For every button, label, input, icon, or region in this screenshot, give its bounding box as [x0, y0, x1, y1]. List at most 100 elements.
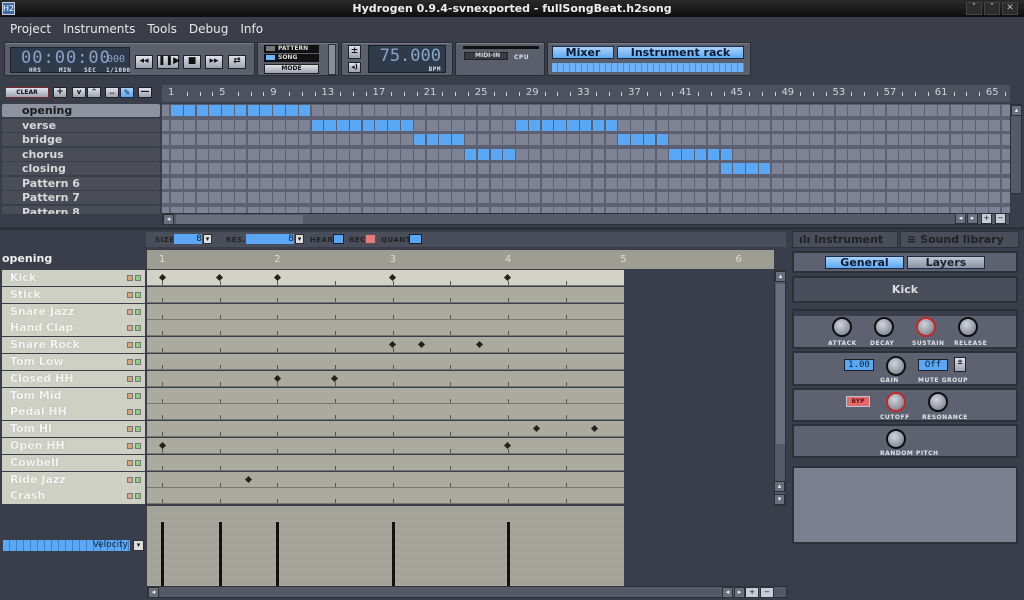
pattern-row[interactable]: [147, 337, 624, 354]
grid-cell[interactable]: [784, 148, 796, 160]
grid-cell[interactable]: [426, 192, 439, 203]
grid-cell[interactable]: [784, 163, 796, 174]
grid-cell[interactable]: [669, 105, 681, 116]
pattern-block[interactable]: [592, 119, 605, 131]
grid-cell[interactable]: [682, 192, 694, 203]
draw-mode-button[interactable]: ✎: [120, 87, 134, 98]
pattern-row[interactable]: [147, 370, 624, 387]
grid-cell[interactable]: [912, 148, 924, 160]
grid-cell[interactable]: [439, 192, 451, 203]
grid-cell[interactable]: [746, 134, 758, 145]
mute-toggle[interactable]: [127, 275, 133, 281]
pattern-mode-button[interactable]: PATTERN: [264, 45, 319, 53]
grid-cell[interactable]: [516, 163, 528, 174]
pattern-block[interactable]: [720, 148, 733, 160]
grid-cell[interactable]: [835, 177, 848, 189]
pattern-block[interactable]: [758, 163, 771, 174]
grid-cell[interactable]: [1001, 119, 1010, 131]
pattern-block[interactable]: [694, 148, 707, 160]
loop-icon[interactable]: ⇄: [228, 55, 246, 69]
grid-cell[interactable]: [656, 163, 669, 174]
grid-cell[interactable]: [426, 177, 439, 189]
tab-layers[interactable]: Layers: [907, 256, 985, 269]
grid-cell[interactable]: [222, 134, 234, 145]
grid-cell[interactable]: [324, 192, 336, 203]
grid-cell[interactable]: [439, 163, 451, 174]
pattern-row[interactable]: [147, 354, 624, 370]
grid-cell[interactable]: [758, 134, 771, 145]
pattern-row[interactable]: [147, 270, 624, 286]
solo-toggle[interactable]: [135, 459, 141, 466]
grid-cell[interactable]: [162, 148, 169, 160]
grid-cell[interactable]: [925, 192, 937, 203]
grid-cell[interactable]: [771, 148, 784, 160]
scroll-up-icon[interactable]: ▴: [775, 271, 786, 282]
grid-cell[interactable]: [579, 177, 592, 189]
property-dropdown-icon[interactable]: ▾: [133, 540, 144, 551]
grid-cell[interactable]: [592, 192, 605, 203]
grid-cell[interactable]: [234, 177, 247, 189]
grid-cell[interactable]: [579, 134, 592, 145]
grid-cell[interactable]: [260, 163, 272, 174]
grid-cell[interactable]: [822, 148, 835, 160]
metronome-icon[interactable]: ◂): [348, 62, 361, 73]
mute-toggle[interactable]: [127, 476, 133, 483]
grid-cell[interactable]: [592, 177, 605, 189]
note[interactable]: [590, 425, 598, 433]
solo-toggle[interactable]: [135, 426, 141, 433]
grid-cell[interactable]: [234, 148, 247, 160]
grid-cell[interactable]: [733, 177, 745, 189]
grid-cell[interactable]: [579, 148, 592, 160]
grid-cell[interactable]: [183, 177, 196, 189]
grid-cell[interactable]: [618, 192, 630, 203]
grid-cell[interactable]: [605, 105, 618, 116]
note[interactable]: [273, 374, 281, 382]
pattern-block[interactable]: [375, 119, 387, 131]
play-pause-icon[interactable]: ❚❚▶: [157, 55, 180, 69]
pattern-row[interactable]: [147, 454, 624, 471]
menu-debug[interactable]: Debug: [183, 17, 234, 41]
grid-cell[interactable]: [452, 192, 464, 203]
release-knob[interactable]: [958, 317, 978, 337]
grid-cell[interactable]: [771, 105, 784, 116]
grid-cell[interactable]: [950, 163, 963, 174]
grid-cell[interactable]: [162, 134, 169, 145]
grid-cell[interactable]: [682, 134, 694, 145]
grid-cell[interactable]: [899, 119, 911, 131]
grid-cell[interactable]: [631, 192, 643, 203]
grid-cell[interactable]: [477, 134, 490, 145]
grid-cell[interactable]: [413, 163, 426, 174]
grid-cell[interactable]: [976, 192, 988, 203]
pattern-block[interactable]: [388, 119, 400, 131]
grid-cell[interactable]: [222, 177, 234, 189]
pattern-block[interactable]: [452, 134, 464, 145]
grid-cell[interactable]: [541, 163, 554, 174]
grid-cell[interactable]: [656, 192, 669, 203]
song-hscrollbar[interactable]: ◂: [162, 213, 1010, 225]
pattern-item[interactable]: chorus: [2, 147, 160, 161]
grid-cell[interactable]: [311, 105, 324, 116]
grid-cell[interactable]: [477, 163, 490, 174]
grid-cell[interactable]: [810, 105, 822, 116]
grid-cell[interactable]: [643, 177, 656, 189]
grid-cell[interactable]: [988, 105, 1001, 116]
note[interactable]: [244, 475, 253, 483]
song-grid[interactable]: [162, 104, 1010, 214]
grid-cell[interactable]: [541, 105, 554, 116]
pattern-block[interactable]: [439, 134, 451, 145]
grid-cell[interactable]: [861, 134, 873, 145]
delete-pattern-button[interactable]: —: [138, 87, 152, 98]
grid-cell[interactable]: [516, 148, 528, 160]
grid-cell[interactable]: [861, 105, 873, 116]
grid-cell[interactable]: [810, 134, 822, 145]
grid-cell[interactable]: [618, 177, 630, 189]
grid-cell[interactable]: [162, 163, 169, 174]
grid-cell[interactable]: [209, 134, 221, 145]
grid-cell[interactable]: [797, 177, 809, 189]
grid-cell[interactable]: [912, 134, 924, 145]
grid-cell[interactable]: [682, 177, 694, 189]
solo-toggle[interactable]: [135, 342, 141, 349]
grid-cell[interactable]: [925, 177, 937, 189]
grid-cell[interactable]: [183, 192, 196, 203]
instrument-name[interactable]: Kick: [792, 276, 1018, 303]
